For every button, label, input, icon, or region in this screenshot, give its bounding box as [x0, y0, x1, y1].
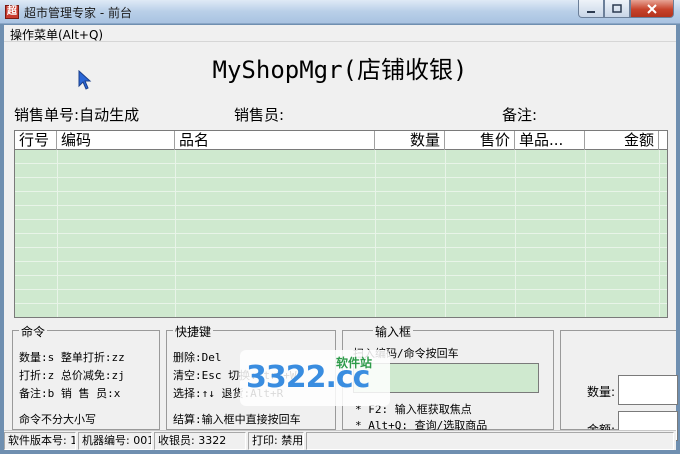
input-panel-title: 输入框	[373, 323, 414, 340]
close-icon	[647, 3, 657, 14]
grid-header: 行号 编码 品名 数量 售价 单品... 金额	[15, 131, 667, 150]
shortcut-line-1: 删除:Del	[173, 351, 222, 364]
col-unit[interactable]: 单品...	[515, 131, 585, 150]
col-row-no[interactable]: 行号	[15, 131, 57, 150]
command-panel: 命令 数量:s 整单打折:zz 打折:z 总价减免:zj 备注:b 销 售 员:…	[12, 323, 160, 430]
app-title: MyShopMgr(店铺收银)	[212, 56, 468, 84]
col-price[interactable]: 售价	[445, 131, 515, 150]
col-code[interactable]: 编码	[57, 131, 175, 150]
title-bar[interactable]: 超 超市管理专家 - 前台	[0, 0, 680, 24]
status-machine: 机器编号: 001	[78, 432, 152, 450]
menu-bar: 操作菜单(Alt+Q)	[4, 25, 676, 42]
command-line-4: 命令不分大小写	[19, 413, 96, 426]
app-icon[interactable]: 超	[5, 5, 19, 19]
status-bar: 软件版本号: 1.7 机器编号: 001 收银员: 3322 打印: 禁用	[4, 430, 676, 450]
shortcut-line-4: 结算:输入框中直接按回车	[173, 413, 301, 426]
summary-panel: 数量: 金额:	[560, 330, 678, 441]
maximize-button[interactable]	[604, 0, 630, 18]
order-number: 销售单号:自动生成	[14, 104, 139, 125]
col-amount[interactable]: 金额	[585, 131, 659, 150]
col-quantity[interactable]: 数量	[375, 131, 445, 150]
maximize-icon	[612, 3, 622, 13]
status-extra	[306, 432, 674, 450]
order-number-value: 自动生成	[79, 106, 140, 124]
sales-grid[interactable]: 行号 编码 品名 数量 售价 单品... 金额	[14, 130, 668, 318]
command-line-3: 备注:b 销 售 员:x	[19, 387, 121, 400]
status-cashier: 收银员: 3322	[154, 432, 246, 450]
minimize-button[interactable]	[578, 0, 604, 18]
col-name[interactable]: 品名	[175, 131, 375, 150]
window-controls	[578, 0, 674, 18]
command-line-2: 打折:z 总价减免:zj	[19, 369, 125, 382]
mouse-cursor-icon	[78, 70, 92, 90]
command-line-1: 数量:s 整单打折:zz	[19, 351, 125, 364]
close-button[interactable]	[630, 0, 674, 18]
minimize-icon	[587, 10, 595, 13]
status-print: 打印: 禁用	[248, 432, 304, 450]
note-label: 备注:	[502, 106, 538, 124]
window-title: 超市管理专家 - 前台	[24, 6, 132, 20]
menu-operations[interactable]: 操作菜单(Alt+Q)	[10, 26, 103, 43]
main-client-area: MyShopMgr(店铺收银) 销售单号:自动生成 销售员: 备注: 行号 编码…	[4, 42, 678, 441]
order-number-label: 销售单号:	[14, 106, 80, 124]
watermark-sub: 软件站	[336, 356, 373, 370]
status-version: 软件版本号: 1.7	[4, 432, 76, 450]
command-panel-title: 命令	[19, 323, 48, 340]
grid-body[interactable]	[15, 150, 667, 317]
shortcut-panel-title: 快捷键	[173, 323, 214, 340]
summary-qty-field[interactable]	[618, 375, 678, 405]
seller-label: 销售员:	[234, 106, 285, 124]
summary-qty-label: 数量:	[587, 385, 616, 399]
watermark-logo: 3322.cc 软件站	[240, 350, 390, 406]
